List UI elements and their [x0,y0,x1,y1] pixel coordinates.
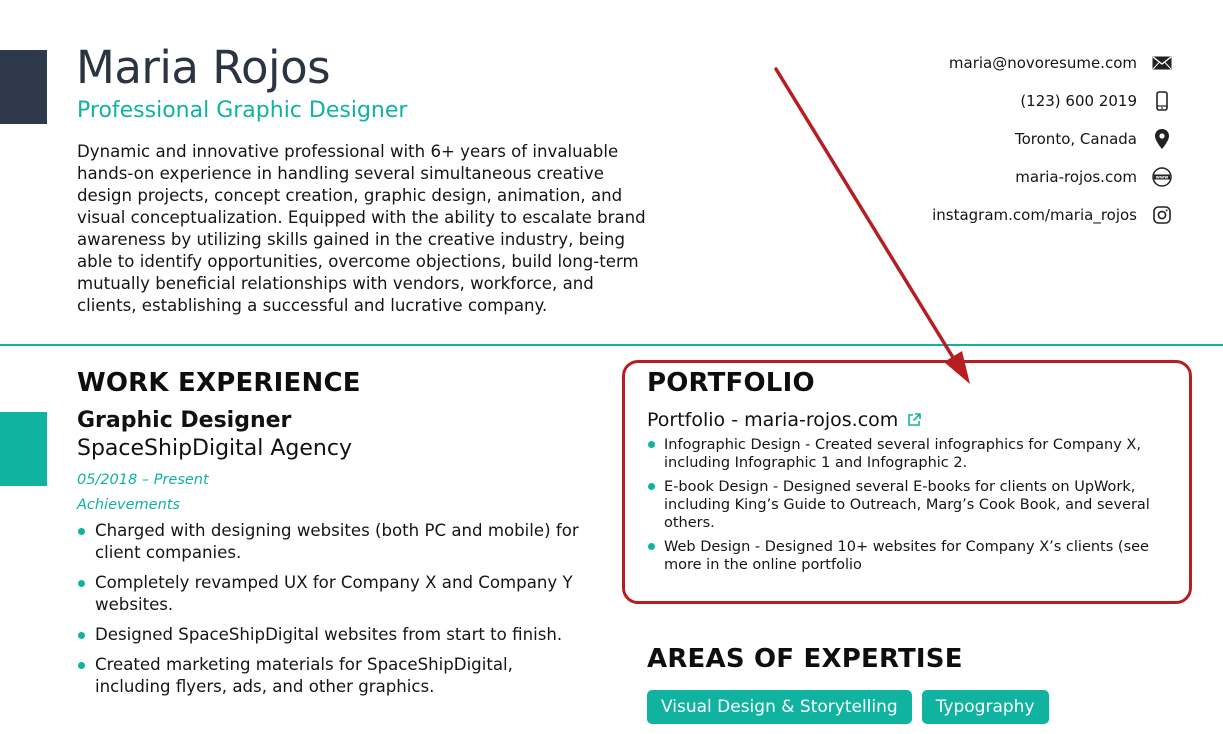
job-title: Graphic Designer [77,408,292,433]
list-item: Designed SpaceShipDigital websites from … [77,624,587,646]
candidate-name: Maria Rojos [76,41,331,94]
instagram-icon [1151,204,1173,226]
job-dates: 05/2018 – Present [77,472,209,488]
svg-text:www: www [1156,176,1169,181]
portfolio-heading: PORTFOLIO [647,368,815,398]
phone-icon [1151,90,1173,112]
contact-instagram-text: instagram.com/maria_rojos [932,206,1137,224]
www-globe-icon: www [1151,166,1173,188]
portfolio-link[interactable]: Portfolio - maria-rojos.com [647,409,922,431]
candidate-role: Professional Graphic Designer [77,98,408,123]
contact-phone[interactable]: (123) 600 2019 [753,82,1173,120]
achievements-label: Achievements [77,497,181,513]
profile-summary: Dynamic and innovative professional with… [77,142,646,315]
list-item: Charged with designing websites (both PC… [77,520,587,564]
expertise-tags: Visual Design & Storytelling Typography [647,690,1049,724]
achievements-list: Charged with designing websites (both PC… [77,520,587,706]
contact-location-text: Toronto, Canada [1015,130,1137,148]
contact-list: maria@novoresume.com (123) 600 2019 Toro… [753,44,1173,234]
list-item: Completely revamped UX for Company X and… [77,572,587,616]
header-accent-block [0,50,47,124]
contact-website[interactable]: maria-rojos.com www [753,158,1173,196]
list-item: Infographic Design - Created several inf… [647,436,1167,472]
section-divider [0,344,1223,346]
section-accent-block [0,412,47,486]
portfolio-link-text: Portfolio - maria-rojos.com [647,409,899,431]
expertise-tag: Typography [921,690,1049,724]
contact-location: Toronto, Canada [753,120,1173,158]
list-item: Web Design - Designed 10+ websites for C… [647,538,1167,574]
contact-phone-text: (123) 600 2019 [1020,92,1137,110]
work-experience-heading: WORK EXPERIENCE [77,368,361,398]
contact-email-text: maria@novoresume.com [948,54,1137,72]
list-item: Created marketing materials for SpaceShi… [77,654,587,698]
location-pin-icon [1151,128,1173,150]
contact-website-text: maria-rojos.com [1015,168,1137,186]
list-item: E-book Design - Designed several E-books… [647,478,1167,532]
company-name: SpaceShipDigital Agency [77,436,352,461]
envelope-icon [1151,52,1173,74]
contact-instagram[interactable]: instagram.com/maria_rojos [753,196,1173,234]
external-link-icon [906,412,922,428]
portfolio-list: Infographic Design - Created several inf… [647,436,1167,580]
contact-email[interactable]: maria@novoresume.com [753,44,1173,82]
areas-of-expertise-heading: AREAS OF EXPERTISE [647,644,963,674]
expertise-tag: Visual Design & Storytelling [647,690,912,724]
